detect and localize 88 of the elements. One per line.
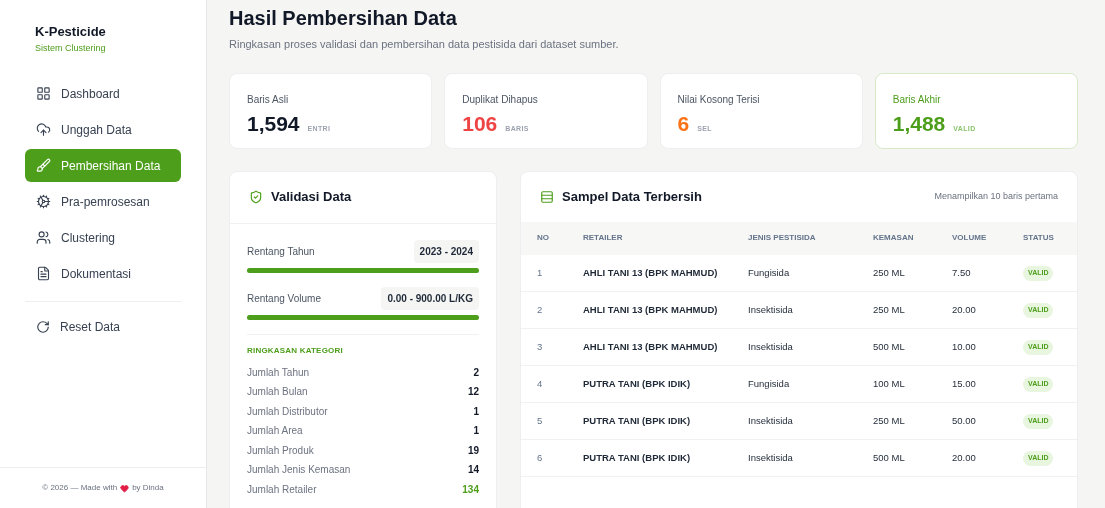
column-header: STATUS — [1023, 221, 1077, 255]
card-title: Validasi Data — [271, 188, 352, 207]
table-cell: 2 — [537, 303, 543, 315]
range-label: Rentang Volume — [247, 291, 321, 306]
page-title: Hasil Pembersihan Data — [229, 6, 458, 31]
summary-label: Jumlah Area — [247, 424, 303, 439]
table-cell: 250 ML — [873, 266, 905, 278]
table-cell: 50.00 — [952, 414, 976, 426]
table-cell: PUTRA TANI (BPK IDIK) — [583, 450, 691, 464]
document-icon — [36, 266, 51, 281]
table-cell: 500 ML — [873, 340, 905, 352]
heart-icon — [120, 483, 130, 493]
nav-item[interactable]: Clustering — [25, 221, 181, 254]
page-subtitle: Ringkasan proses validasi dan pembersihan data pestisida dari dataset sumber. — [229, 37, 620, 52]
stat-label: Baris Asli — [247, 92, 290, 107]
table-cell: Insektisida — [748, 303, 793, 315]
table-cell: 250 ML — [873, 414, 905, 426]
stat-value: 1,594 — [247, 110, 300, 137]
summary-value: 2 — [473, 365, 479, 380]
brush-icon — [36, 158, 51, 173]
table-cell: 5 — [537, 414, 543, 426]
card-title: Sampel Data Terbersih — [562, 187, 702, 206]
table-cell: AHLI TANI 13 (BPK MAHMUD) — [583, 302, 718, 316]
column-header: NO — [521, 221, 583, 255]
table-cell: PUTRA TANI (BPK IDIK) — [583, 376, 691, 390]
summary-label: Jumlah Retailer — [247, 482, 317, 497]
brand-subtitle: Sistem Clustering — [35, 41, 107, 55]
card-note: Menampilkan 10 baris pertama — [934, 189, 1058, 203]
table-cell: Insektisida — [748, 451, 793, 463]
table-cell: Insektisida — [748, 340, 793, 352]
stat-value: 106 — [462, 110, 498, 137]
column-header: JENIS PESTISIDA — [748, 221, 873, 255]
summary-label: Jumlah Bulan — [247, 385, 308, 400]
range-value: 0.00 - 900.00 L/KG — [381, 286, 479, 310]
table-cell: 3 — [537, 340, 543, 352]
table-cell: 100 ML — [873, 377, 905, 389]
column-header: RETAILER — [583, 221, 748, 255]
range-label: Rentang Tahun — [247, 244, 315, 259]
stat-label: Duplikat Dihapus — [462, 92, 539, 107]
table-cell: Insektisida — [748, 414, 793, 426]
table-cell: 15.00 — [952, 377, 976, 389]
table-icon — [540, 189, 554, 204]
table-cell: 7.50 — [952, 266, 971, 278]
people-icon — [36, 230, 51, 245]
stat-value: 6 — [677, 110, 690, 137]
column-header: VOLUME — [952, 221, 1023, 255]
range-value: 2023 - 2024 — [413, 239, 479, 263]
summary-label: Jumlah Distributor — [247, 404, 328, 419]
table-cell: Fungisida — [748, 266, 790, 278]
table-cell: 20.00 — [952, 303, 976, 315]
table-cell: 20.00 — [952, 451, 976, 463]
cloud-upload-icon — [36, 122, 51, 137]
section-heading: RINGKASAN KATEGORI — [247, 344, 344, 357]
shield-check-icon — [249, 190, 263, 204]
table-cell: AHLI TANI 13 (BPK MAHMUD) — [583, 265, 718, 279]
grid-icon — [36, 86, 51, 101]
reset-icon — [36, 319, 50, 334]
summary-value: 19 — [467, 443, 479, 458]
stat-label: Nilai Kosong Terisi — [677, 92, 761, 107]
summary-value: 1 — [473, 404, 479, 419]
nav-item[interactable]: Dokumentasi — [25, 257, 181, 290]
table-cell: 1 — [537, 266, 543, 278]
stat-value: 1,488 — [892, 110, 946, 137]
gear-icon — [36, 194, 51, 209]
reset-button[interactable]: Reset Data — [25, 310, 181, 343]
table-cell: 10.00 — [952, 340, 976, 352]
summary-label: Jumlah Tahun — [247, 365, 310, 380]
summary-value: 1 — [473, 424, 479, 439]
nav-item[interactable]: Dashboard — [25, 77, 181, 110]
summary-label: Jumlah Produk — [247, 443, 314, 458]
footer-text: by Dinda — [132, 482, 164, 494]
stat-label: Baris Akhir — [892, 92, 942, 107]
table-cell: 250 ML — [873, 303, 905, 315]
table-cell: 4 — [537, 377, 543, 389]
table-cell: 500 ML — [873, 451, 905, 463]
brand-title: K-Pesticide — [35, 23, 107, 41]
footer-text: © 2026 — Made with — [42, 482, 118, 494]
table-cell: 6 — [537, 451, 543, 463]
summary-value: 12 — [467, 385, 479, 400]
summary-label: Jumlah Jenis Kemasan — [247, 463, 351, 478]
table-cell: Fungisida — [748, 377, 790, 389]
nav-item[interactable]: Pra-pemrosesan — [25, 185, 181, 218]
column-header: KEMASAN — [873, 221, 952, 255]
summary-value: 134 — [462, 482, 479, 497]
table-cell: AHLI TANI 13 (BPK MAHMUD) — [583, 339, 718, 353]
nav-item[interactable]: Unggah Data — [25, 113, 181, 146]
table-cell: PUTRA TANI (BPK IDIK) — [583, 413, 691, 427]
summary-value: 14 — [467, 463, 479, 478]
